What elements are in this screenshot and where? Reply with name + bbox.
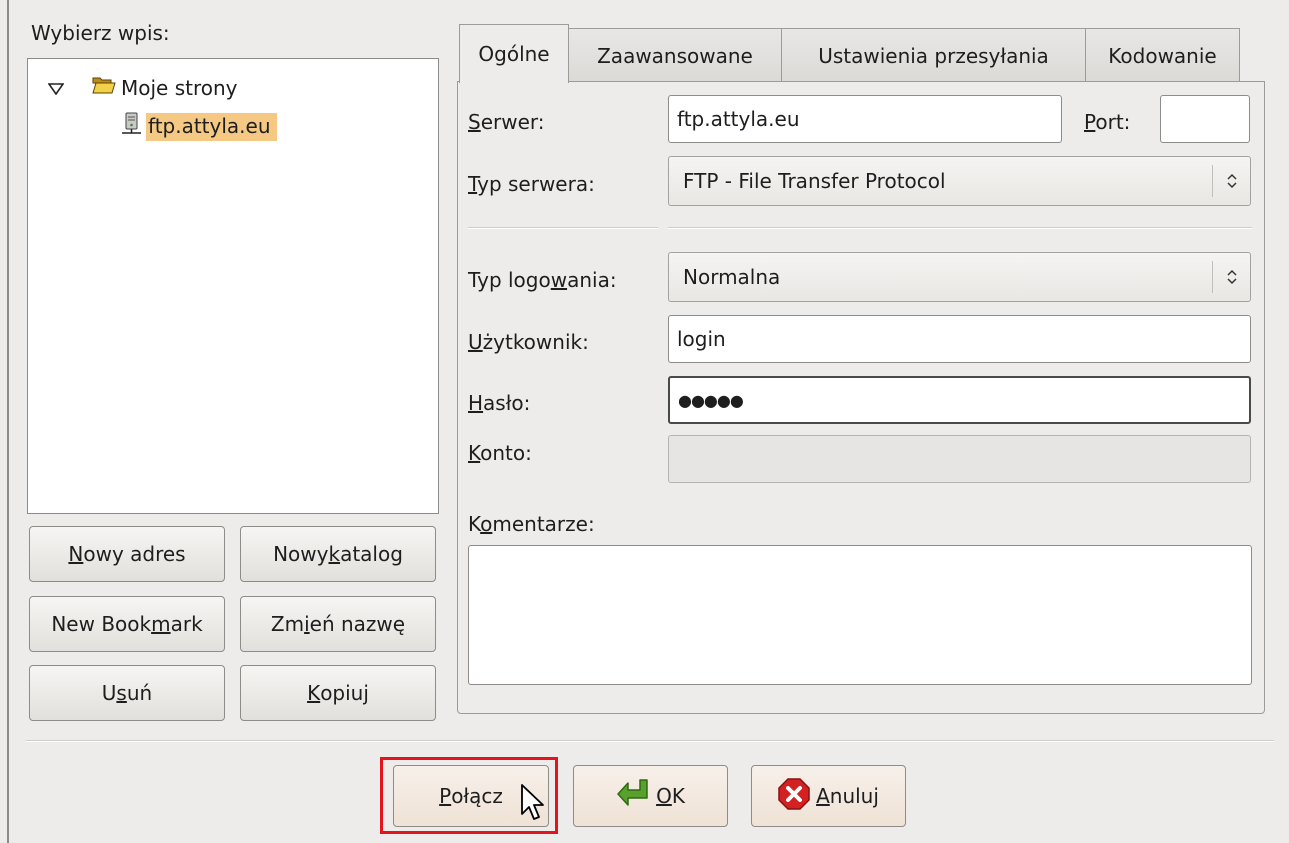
server-type-select-value: FTP - File Transfer Protocol [683, 169, 946, 193]
ok-label-mnemonic: O [656, 784, 672, 808]
copy-button[interactable]: Kopiuj [240, 665, 436, 721]
new-site-label-post: owy adres [83, 542, 186, 566]
new-bookmark-label-pre: New Book [51, 612, 152, 636]
delete-label-mnemonic: s [116, 681, 127, 705]
logon-type-label-pre: Typ logo [468, 268, 551, 292]
logon-type-select[interactable]: Normalna [668, 252, 1251, 302]
server-label-post: erwer: [480, 110, 545, 134]
separator-left [468, 227, 658, 229]
port-label: Port: [1084, 110, 1130, 134]
new-folder-label-pre: Nowy [273, 542, 329, 566]
account-label: Konto: [468, 441, 532, 465]
tab-transfer-settings[interactable]: Ustawienia przesyłania [781, 28, 1086, 82]
comments-label: Komentarze: [468, 512, 595, 536]
server-type-select[interactable]: FTP - File Transfer Protocol [668, 156, 1251, 206]
account-label-mnemonic: K [468, 441, 481, 465]
cancel-button[interactable]: Anuluj [751, 765, 906, 827]
tree-item-root[interactable]: Moje strony [47, 75, 238, 100]
comments-label-pre: K [468, 512, 481, 536]
updown-arrows-icon [1212, 165, 1250, 197]
new-folder-label-post: atalog [340, 542, 403, 566]
folder-open-icon [92, 75, 116, 100]
new-site-button[interactable]: Nowy adres [29, 526, 225, 582]
ok-button[interactable]: OK [573, 765, 728, 827]
port-label-mnemonic: P [1084, 110, 1096, 134]
tab-general[interactable]: Ogólne [459, 24, 569, 83]
comments-label-mnemonic: o [480, 512, 493, 536]
mouse-pointer-icon [520, 784, 546, 827]
new-bookmark-label-post: ark [170, 612, 203, 636]
delete-button[interactable]: Us uń [29, 665, 225, 721]
logon-type-select-value: Normalna [683, 265, 781, 289]
user-label: Użytkownik: [468, 330, 589, 354]
comments-textarea[interactable] [468, 545, 1252, 685]
ok-label-post: K [671, 784, 685, 808]
account-label-post: onto: [480, 441, 532, 465]
updown-arrows-icon [1212, 261, 1250, 293]
rename-label-pre: Zm [270, 612, 305, 636]
tree-heading: Wybierz wpis: [31, 21, 170, 45]
new-bookmark-label-mnemonic: m [151, 612, 171, 636]
user-input-value: login [677, 327, 726, 351]
server-label-mnemonic: S [468, 110, 481, 134]
tree-item-site[interactable]: ftp.attyla.eu [120, 112, 277, 141]
tab-charset[interactable]: Kodowanie [1085, 28, 1240, 82]
new-site-label-mnemonic: N [68, 542, 84, 566]
logon-type-label-mnemonic: w [550, 268, 568, 292]
cancel-icon [778, 777, 810, 815]
account-input[interactable] [668, 435, 1251, 483]
password-label-post: asło: [483, 391, 531, 415]
logon-type-label: Typ logowania: [468, 268, 617, 292]
logon-type-label-post: ania: [567, 268, 617, 292]
tab-advanced[interactable]: Zaawansowane [568, 28, 782, 82]
rename-label-post: eń nazwę [309, 612, 406, 636]
port-label-post: ort: [1095, 110, 1131, 134]
user-label-mnemonic: U [468, 330, 483, 354]
port-input[interactable] [1160, 95, 1250, 143]
window-left-border [7, 0, 9, 843]
cancel-label-post: nuluj [829, 784, 879, 808]
site-tree[interactable]: Moje strony ftp.attyla.eu [27, 58, 439, 514]
password-label: Hasło: [468, 391, 530, 415]
user-label-post: żytkownik: [482, 330, 589, 354]
server-type-label-post: yp serwera: [477, 172, 595, 196]
copy-label-mnemonic: K [307, 681, 321, 705]
tree-item-site-label: ftp.attyla.eu [146, 112, 277, 141]
arrow-left-icon [616, 778, 650, 815]
delete-label-post: uń [126, 681, 153, 705]
password-label-mnemonic: H [468, 391, 484, 415]
dialog-separator [26, 740, 1274, 742]
server-icon [120, 112, 144, 141]
expander-down-icon[interactable] [47, 76, 72, 100]
tree-item-root-label: Moje strony [121, 75, 238, 100]
copy-label-post: opiuj [320, 681, 369, 705]
new-bookmark-button[interactable]: New Book m ark [29, 596, 225, 652]
rename-button[interactable]: Zm i eń nazwę [240, 596, 436, 652]
server-input[interactable]: ftp.attyla.eu [668, 95, 1062, 143]
comments-label-post: mentarze: [492, 512, 595, 536]
password-input[interactable]: ●●●●● [668, 376, 1251, 424]
separator-right [668, 227, 1252, 229]
new-folder-label-mnemonic: k [328, 542, 341, 566]
cancel-label-mnemonic: A [816, 784, 830, 808]
user-input[interactable]: login [668, 315, 1251, 363]
server-input-value: ftp.attyla.eu [677, 107, 800, 131]
delete-label-pre: U [101, 681, 117, 705]
new-folder-button[interactable]: Nowy k atalog [240, 526, 436, 582]
server-label: Serwer: [468, 110, 545, 134]
server-type-label: Typ serwera: [468, 172, 595, 196]
password-input-value: ●●●●● [678, 390, 744, 410]
server-type-label-mnemonic: T [468, 172, 478, 196]
